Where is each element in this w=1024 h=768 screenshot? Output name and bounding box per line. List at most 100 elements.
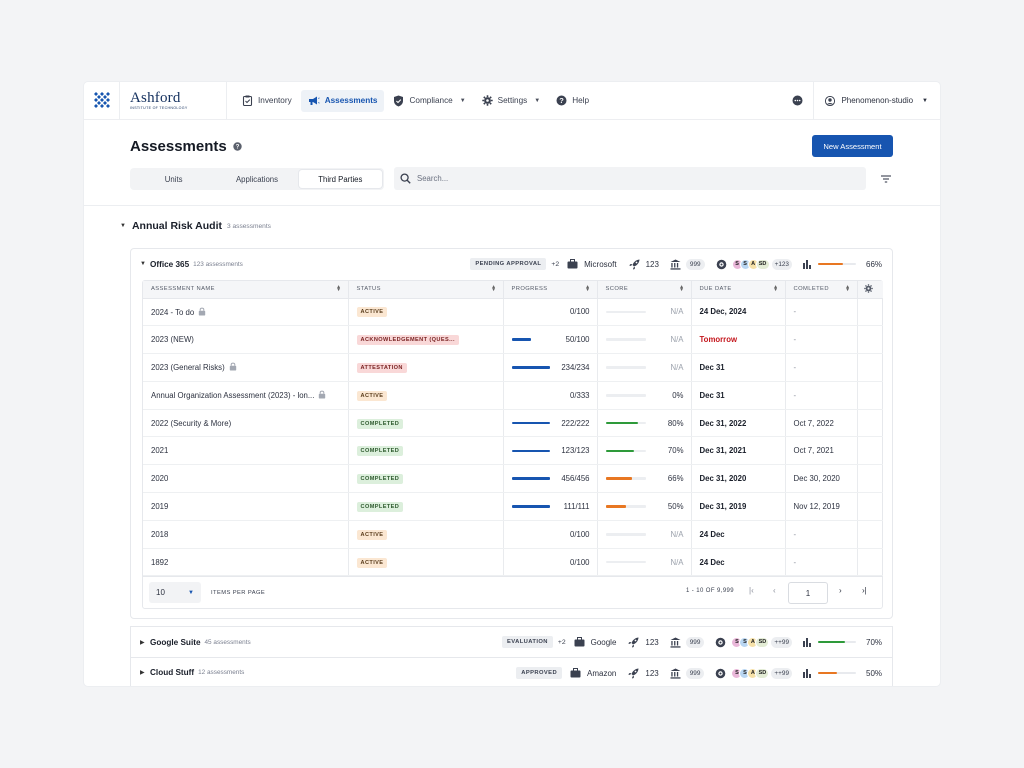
- table-settings-gear-icon[interactable]: [857, 281, 883, 299]
- cell-status: ACTIVE: [348, 381, 504, 410]
- column-header[interactable]: PROGRESS ▲ ▼: [503, 281, 598, 299]
- cell-completed: Oct 7, 2021: [785, 436, 858, 466]
- table-row[interactable]: 1892 ACTIVE 0/100 N/A 24 Dec -: [143, 548, 883, 577]
- score-bar: [605, 449, 646, 453]
- extra-count[interactable]: +2: [551, 261, 559, 268]
- due-date: 24 Dec, 2024: [699, 307, 747, 317]
- rocket-count-value: 123: [645, 637, 659, 647]
- cell-assessment-name[interactable]: 2022 (Security & More): [143, 409, 349, 438]
- target-icon: [716, 259, 727, 270]
- group-count: 3 assessments: [226, 222, 271, 230]
- cell-assessment-name[interactable]: 2019: [143, 492, 349, 521]
- cell-progress: 456/456: [503, 464, 598, 494]
- group-annual-risk-audit[interactable]: ▼ Annual Risk Audit 3 assessments: [120, 220, 271, 232]
- cell-assessment-name[interactable]: 2023 (General Risks): [143, 353, 349, 382]
- page-title: Assessments ?: [130, 138, 242, 155]
- sort-icon: ▲ ▼: [336, 284, 342, 293]
- table-row[interactable]: 2023 (General Risks) ATTESTATION 234/234 N/…: [143, 353, 883, 382]
- progress: 123/123: [511, 446, 597, 456]
- brand-name: Ashford: [130, 90, 181, 106]
- nav-item-help[interactable]: ? Help: [549, 90, 596, 112]
- cell-actions: [857, 464, 883, 494]
- progress-bar-fill: [511, 449, 550, 453]
- table-row[interactable]: 2020 COMPLETED 456/456 66% Dec 31, 2020 Dec 3…: [143, 464, 883, 494]
- table-row[interactable]: 2024 - To do ACTIVE 0/100 N/A 24 Dec, 2024 -: [143, 298, 883, 327]
- cell-assessment-name[interactable]: 2021: [143, 436, 349, 466]
- last-page-icon[interactable]: ›|: [862, 586, 867, 595]
- page-number-input[interactable]: 1: [788, 582, 828, 605]
- assignees[interactable]: S S A SD ++99: [715, 667, 792, 679]
- score-bar: [605, 505, 646, 508]
- prev-page-icon[interactable]: ‹: [773, 586, 776, 595]
- cell-score: 66%: [597, 464, 692, 494]
- nav-item-compliance[interactable]: Compliance ▼: [386, 90, 472, 112]
- help-circle-icon[interactable]: ?: [233, 142, 242, 151]
- nav-label-settings: Settings: [497, 96, 528, 105]
- due-date: 24 Dec: [699, 529, 725, 539]
- progress-bar: [511, 505, 550, 508]
- progress-bar: [512, 394, 550, 397]
- table-row[interactable]: 2021 COMPLETED 123/123 70% Dec 31, 2021 Oct 7…: [143, 436, 883, 466]
- items-per-page-select[interactable]: 10 ▼: [149, 582, 201, 604]
- vendor-row-meta: APPROVED Amazon 123 999 S S A SD ++99 50%: [516, 658, 882, 686]
- tab-applications[interactable]: Applications: [215, 170, 298, 188]
- first-page-icon[interactable]: |‹: [749, 586, 754, 595]
- score-value: 70%: [667, 446, 684, 456]
- cell-assessment-name[interactable]: 2024 - To do: [143, 298, 349, 327]
- nav-item-assessments[interactable]: Assessments: [300, 89, 385, 112]
- score-value: 66%: [667, 474, 684, 484]
- brand-wordmark[interactable]: Ashford INSTITUTE OF TECHNOLOGY: [120, 82, 227, 120]
- cell-assessment-name[interactable]: Annual Organization Assessment (2023) - …: [143, 381, 349, 410]
- filter-icon[interactable]: [880, 171, 892, 189]
- assessment-name: 2023 (NEW): [151, 335, 194, 345]
- top-right-area: Phenomenon-studio ▼: [787, 82, 940, 120]
- vendor-row-meta: PENDING APPROVAL +2 Microsoft 123 999 S S A SD +1…: [470, 249, 882, 279]
- nav-item-settings[interactable]: Settings ▼: [475, 90, 548, 112]
- column-header[interactable]: DUE DATE ▲ ▼: [691, 281, 786, 299]
- vendor-row[interactable]: ▶ Google Suite 45 assessments EVALUATION…: [131, 627, 892, 657]
- score-bar: [605, 310, 646, 314]
- assignees[interactable]: S S A SD ++99: [715, 636, 792, 648]
- completed-date: -: [793, 335, 797, 345]
- table-row[interactable]: 2018 ACTIVE 0/100 N/A 24 Dec -: [143, 520, 883, 549]
- lock-icon: [229, 362, 237, 371]
- score-value: N/A: [670, 307, 684, 317]
- cell-status: COMPLETED: [348, 464, 504, 494]
- vendor-row[interactable]: ▼ Office 365 123 assessments PENDING APP…: [131, 249, 892, 279]
- user-avatar-icon: [825, 95, 836, 106]
- next-page-icon[interactable]: ›: [839, 586, 842, 595]
- search-input[interactable]: [417, 174, 837, 183]
- extra-count[interactable]: +2: [558, 639, 566, 646]
- sort-icon: ▲ ▼: [845, 284, 851, 293]
- user-menu[interactable]: Phenomenon-studio ▼: [813, 82, 940, 120]
- cell-assessment-name[interactable]: 1892: [143, 548, 349, 577]
- cell-assessment-name[interactable]: 2018: [143, 520, 349, 549]
- tab-units[interactable]: Units: [132, 170, 215, 188]
- assignees[interactable]: S S A SD +123: [716, 258, 792, 270]
- chat-icon[interactable]: [787, 82, 807, 120]
- column-header[interactable]: ASSESSMENT NAME ▲ ▼: [143, 281, 349, 299]
- vendor-row[interactable]: ▶ Cloud Stuff 12 assessments APPROVED Ama…: [131, 657, 892, 686]
- tab-third-parties[interactable]: Third Parties: [298, 170, 382, 188]
- table-row[interactable]: 2023 (NEW) ACKNOWLEDGEMENT (QUES... 50/100…: [143, 325, 883, 355]
- completed-date: -: [793, 307, 797, 317]
- cell-assessment-name[interactable]: 2020: [143, 464, 349, 494]
- column-header[interactable]: SCORE ▲ ▼: [597, 281, 692, 299]
- column-header[interactable]: COMLETED ▲ ▼: [785, 281, 858, 299]
- column-header[interactable]: STATUS ▲ ▼: [348, 281, 504, 299]
- status-badge: COMPLETED: [356, 446, 404, 457]
- table-row[interactable]: 2022 (Security & More) COMPLETED 222/222 80…: [143, 409, 883, 438]
- new-assessment-button[interactable]: New Assessment: [812, 135, 893, 157]
- avatar-more-count: ++99: [771, 667, 792, 679]
- brand-logo-icon[interactable]: [84, 82, 120, 120]
- table-row[interactable]: Annual Organization Assessment (2023) - …: [143, 381, 883, 410]
- cell-actions: [857, 381, 883, 410]
- vendor-row-name: Cloud Stuff: [150, 668, 195, 677]
- table-row[interactable]: 2019 COMPLETED 111/111 50% Dec 31, 2019 Nov 1…: [143, 492, 883, 521]
- cell-assessment-name[interactable]: 2023 (NEW): [143, 325, 349, 355]
- nav-item-inventory[interactable]: Inventory: [235, 90, 299, 112]
- progress-value: 123/123: [561, 446, 590, 456]
- sort-icon: ▲ ▼: [585, 284, 591, 293]
- search-box: [394, 167, 866, 190]
- score-bar-fill: [605, 477, 632, 480]
